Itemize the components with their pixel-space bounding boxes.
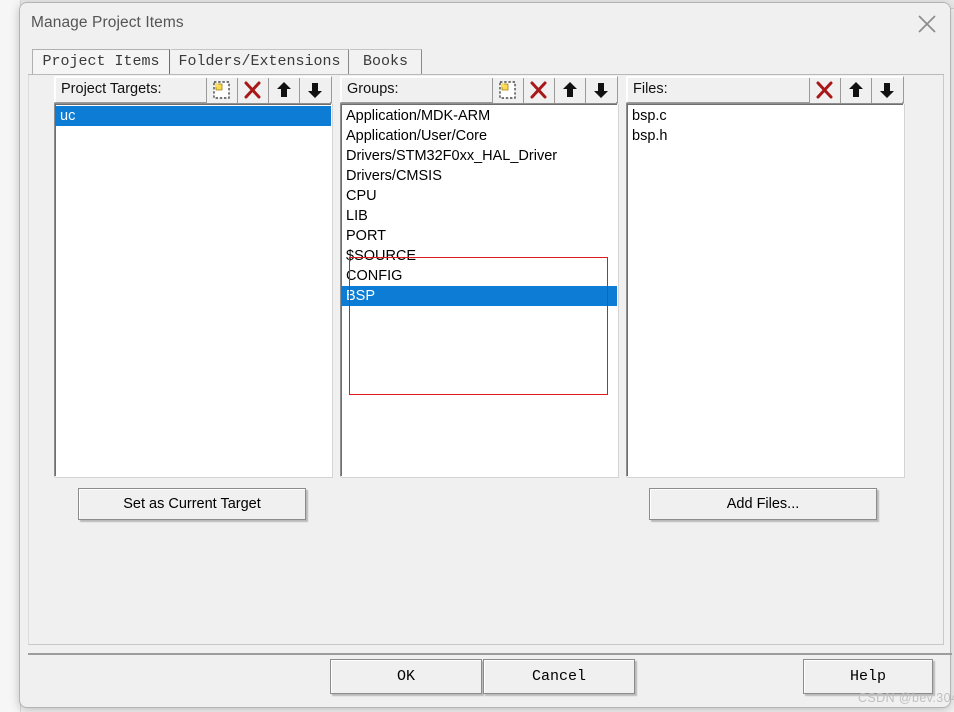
groups-list[interactable]: Application/MDK-ARM Application/User/Cor…: [340, 103, 618, 477]
help-button[interactable]: Help: [803, 659, 933, 694]
background-left-gutter: [0, 0, 21, 712]
new-item-icon[interactable]: [492, 78, 523, 103]
files-label: Files:: [633, 81, 668, 97]
tab-folders-extensions[interactable]: Folders/Extensions: [171, 49, 349, 75]
project-targets-toolbar: [206, 78, 330, 103]
list-item[interactable]: Drivers/CMSIS: [341, 166, 617, 186]
cancel-button[interactable]: Cancel: [483, 659, 635, 694]
groups-label: Groups:: [347, 81, 399, 97]
list-item[interactable]: bsp.c: [627, 106, 903, 126]
files-header: Files:: [626, 76, 904, 103]
move-down-icon[interactable]: [585, 78, 616, 103]
delete-icon[interactable]: [237, 78, 268, 103]
move-down-icon[interactable]: [299, 78, 330, 103]
list-item[interactable]: Drivers/STM32F0xx_HAL_Driver: [341, 146, 617, 166]
footer-separator: [28, 653, 952, 655]
list-item[interactable]: $SOURCE: [341, 246, 617, 266]
files-list[interactable]: bsp.c bsp.h: [626, 103, 904, 477]
move-up-icon[interactable]: [554, 78, 585, 103]
list-item[interactable]: CPU: [341, 186, 617, 206]
dialog-title: Manage Project Items: [31, 14, 184, 31]
list-item[interactable]: CONFIG: [341, 266, 617, 286]
list-item[interactable]: bsp.h: [627, 126, 903, 146]
list-item[interactable]: LIB: [341, 206, 617, 226]
list-item[interactable]: Application/MDK-ARM: [341, 106, 617, 126]
files-panel: Files: bsp.c bsp.h: [626, 76, 904, 477]
delete-icon[interactable]: [523, 78, 554, 103]
manage-project-items-dialog: Manage Project Items Project Items Folde…: [19, 2, 954, 708]
watermark: CSDN @bev.304: [858, 691, 954, 705]
tab-books[interactable]: Books: [350, 49, 422, 75]
tab-project-items[interactable]: Project Items: [32, 49, 170, 75]
groups-header: Groups:: [340, 76, 618, 103]
groups-toolbar: [492, 78, 616, 103]
project-targets-list[interactable]: uc: [54, 103, 332, 477]
project-targets-panel: Project Targets: uc: [54, 76, 332, 477]
list-item[interactable]: uc: [55, 106, 331, 126]
new-item-icon[interactable]: [206, 78, 237, 103]
groups-panel: Groups: Application/MDK-ARM Application/…: [340, 76, 618, 477]
add-files-button[interactable]: Add Files...: [649, 488, 877, 520]
move-down-icon[interactable]: [871, 78, 902, 103]
move-up-icon[interactable]: [268, 78, 299, 103]
list-item[interactable]: Application/User/Core: [341, 126, 617, 146]
dialog-titlebar: Manage Project Items: [20, 3, 950, 47]
move-up-icon[interactable]: [840, 78, 871, 103]
close-icon[interactable]: [904, 3, 950, 43]
set-as-current-target-button[interactable]: Set as Current Target: [78, 488, 306, 520]
delete-icon[interactable]: [809, 78, 840, 103]
list-item[interactable]: BSP: [341, 286, 617, 306]
project-targets-label: Project Targets:: [61, 81, 162, 97]
list-item[interactable]: PORT: [341, 226, 617, 246]
tab-strip: Project Items Folders/Extensions Books: [28, 49, 944, 75]
files-toolbar: [809, 78, 902, 103]
project-targets-header: Project Targets:: [54, 76, 332, 103]
ok-button[interactable]: OK: [330, 659, 482, 694]
